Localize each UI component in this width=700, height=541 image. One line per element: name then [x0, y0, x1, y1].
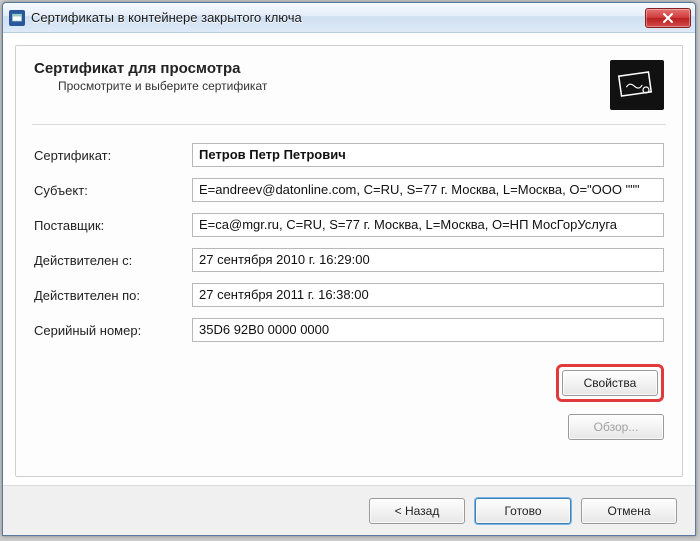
label-certificate: Сертификат:	[34, 148, 184, 163]
page-subtitle: Просмотрите и выберите сертификат	[34, 79, 600, 93]
wizard-button-bar: < Назад Готово Отмена	[3, 485, 695, 535]
certificate-details: Сертификат: Петров Петр Петрович Субъект…	[34, 143, 664, 342]
titlebar[interactable]: Сертификаты в контейнере закрытого ключа	[3, 3, 695, 33]
app-icon	[9, 10, 25, 26]
content-panel: Сертификат для просмотра Просмотрите и в…	[15, 45, 683, 477]
finish-button[interactable]: Готово	[475, 498, 571, 524]
dialog-window: Сертификаты в контейнере закрытого ключа…	[2, 2, 696, 536]
highlight-properties: Свойства	[556, 364, 664, 402]
label-subject: Субъект:	[34, 183, 184, 198]
field-issuer[interactable]: E=ca@mgr.ru, C=RU, S=77 г. Москва, L=Мос…	[192, 213, 664, 237]
field-serial[interactable]: 35D6 92B0 0000 0000	[192, 318, 664, 342]
label-valid-from: Действителен с:	[34, 253, 184, 268]
back-button[interactable]: < Назад	[369, 498, 465, 524]
label-valid-to: Действителен по:	[34, 288, 184, 303]
certificate-icon	[610, 60, 664, 110]
field-subject[interactable]: E=andreev@datonline.com, C=RU, S=77 г. М…	[192, 178, 664, 202]
divider	[32, 124, 666, 125]
close-button[interactable]	[645, 8, 691, 28]
field-valid-from[interactable]: 27 сентября 2010 г. 16:29:00	[192, 248, 664, 272]
cancel-button[interactable]: Отмена	[581, 498, 677, 524]
field-certificate[interactable]: Петров Петр Петрович	[192, 143, 664, 167]
label-serial: Серийный номер:	[34, 323, 184, 338]
properties-button[interactable]: Свойства	[562, 370, 658, 396]
label-issuer: Поставщик:	[34, 218, 184, 233]
window-title: Сертификаты в контейнере закрытого ключа	[31, 10, 645, 25]
browse-button[interactable]: Обзор...	[568, 414, 664, 440]
field-valid-to[interactable]: 27 сентября 2011 г. 16:38:00	[192, 283, 664, 307]
page-title: Сертификат для просмотра	[34, 60, 600, 77]
